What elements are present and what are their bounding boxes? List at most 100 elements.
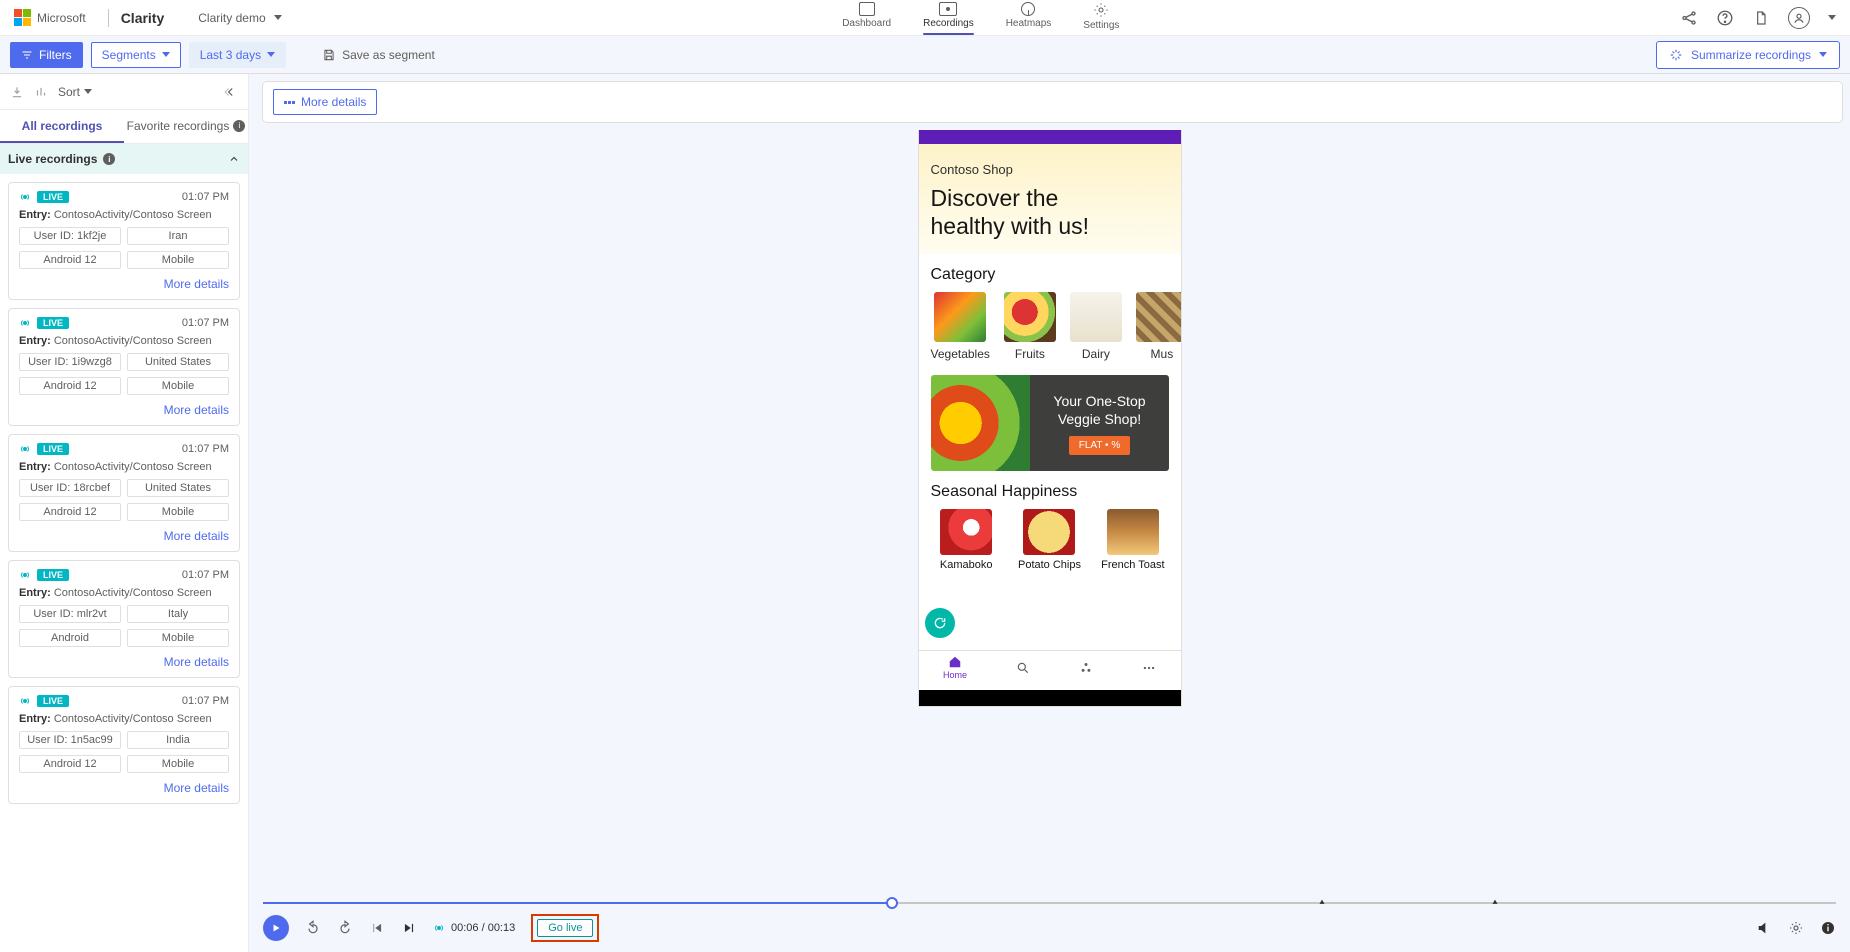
refresh-fab[interactable] xyxy=(925,608,955,638)
document-icon[interactable] xyxy=(1752,9,1770,27)
card-more-details[interactable]: More details xyxy=(164,655,229,669)
live-badge: LIVE xyxy=(37,191,69,203)
chevron-down-icon xyxy=(162,52,170,57)
marker-icon xyxy=(1490,898,1500,908)
seasonal-title: Seasonal Happiness xyxy=(931,483,1169,501)
tab-all-recordings[interactable]: All recordings xyxy=(0,110,124,143)
download-icon[interactable] xyxy=(10,85,24,99)
more-details-button[interactable]: More details xyxy=(273,89,377,115)
card-time: 01:07 PM xyxy=(182,191,229,203)
segments-button[interactable]: Segments xyxy=(91,42,181,68)
recording-card[interactable]: LIVE01:07 PMEntry: ContosoActivity/Conto… xyxy=(8,182,240,300)
account-menu[interactable] xyxy=(1788,7,1810,29)
recordings-list[interactable]: LIVE 01:07 PM Entry: ContosoActivity/Conto… xyxy=(0,174,248,952)
discount-badge: FLAT • % xyxy=(1069,436,1130,455)
promo-banner[interactable]: Your One-Stop Veggie Shop! FLAT • % xyxy=(931,375,1169,471)
chip-os: Android 12 xyxy=(19,755,121,773)
pulse-icon xyxy=(19,695,31,707)
chevron-down-icon xyxy=(274,15,282,20)
forward-10-button[interactable] xyxy=(337,920,353,936)
sort-bars-icon[interactable] xyxy=(34,85,48,99)
nav-dashboard[interactable]: Dashboard xyxy=(840,0,893,35)
info-button[interactable] xyxy=(1820,920,1836,936)
next-button[interactable] xyxy=(401,920,417,936)
chip-device: Mobile xyxy=(127,377,229,395)
bn-more[interactable] xyxy=(1142,661,1156,675)
main-area: More details Contoso Shop Discover the h… xyxy=(249,74,1850,952)
daterange-button[interactable]: Last 3 days xyxy=(189,42,286,68)
chip-userid: User ID: 1i9wzg8 xyxy=(19,353,121,371)
card-more-details[interactable]: More details xyxy=(164,529,229,543)
category-thumb xyxy=(934,292,986,342)
category-item[interactable]: Fruits xyxy=(1004,292,1056,361)
category-thumb xyxy=(1004,292,1056,342)
seasonal-item[interactable]: Potato Chips xyxy=(1014,509,1085,571)
live-badge: LIVE xyxy=(37,443,69,455)
product-name: Clarity xyxy=(121,10,165,26)
seasonal-row: Kamaboko Potato Chips French Toast xyxy=(931,509,1169,571)
collapse-icon[interactable] xyxy=(224,85,238,99)
prev-button[interactable] xyxy=(369,920,385,936)
account-chevron-icon[interactable] xyxy=(1828,15,1836,20)
save-segment[interactable]: Save as segment xyxy=(322,48,435,62)
live-recordings-header[interactable]: Live recordings i xyxy=(0,144,248,174)
recording-card[interactable]: LIVE01:07 PMEntry: ContosoActivity/Conto… xyxy=(8,308,240,426)
chip-os: Android 12 xyxy=(19,251,121,269)
category-item[interactable]: Vegetables xyxy=(931,292,990,361)
bn-search[interactable] xyxy=(1016,661,1030,675)
volume-button[interactable] xyxy=(1756,920,1772,936)
live-indicator: 00:06 / 00:13 xyxy=(433,922,515,934)
chip-os: Android xyxy=(19,629,121,647)
headline: Discover the healthy with us! xyxy=(931,185,1169,240)
chip-device: Mobile xyxy=(127,251,229,269)
card-more-details[interactable]: More details xyxy=(164,277,229,291)
banner-image xyxy=(931,375,1031,471)
nav-settings[interactable]: Settings xyxy=(1081,0,1121,35)
filters-button[interactable]: Filters xyxy=(10,42,83,68)
recordings-icon xyxy=(939,2,957,16)
filter-icon xyxy=(21,49,33,61)
card-more-details[interactable]: More details xyxy=(164,781,229,795)
category-title: Category xyxy=(931,266,1169,284)
save-icon xyxy=(322,48,336,62)
timeline[interactable] xyxy=(263,896,1836,910)
playback-time: 00:06 / 00:13 xyxy=(451,922,515,934)
rewind-10-button[interactable] xyxy=(305,920,321,936)
phone-statusbar xyxy=(919,130,1181,144)
recording-card[interactable]: LIVE01:07 PMEntry: ContosoActivity/Conto… xyxy=(8,560,240,678)
help-icon[interactable] xyxy=(1716,9,1734,27)
playback-controls: 00:06 / 00:13 Go live xyxy=(263,914,1836,942)
chip-userid: User ID: 1n5ac99 xyxy=(19,731,121,749)
phone-content: Contoso Shop Discover the healthy with u… xyxy=(919,144,1181,706)
sidebar-tabs: All recordings Favorite recordings i xyxy=(0,110,248,144)
card-more-details[interactable]: More details xyxy=(164,403,229,417)
go-live-button[interactable]: Go live xyxy=(537,919,593,937)
chip-device: Mobile xyxy=(127,755,229,773)
category-item[interactable]: Mus xyxy=(1136,292,1181,361)
tab-favorite-recordings[interactable]: Favorite recordings i xyxy=(124,110,248,143)
project-selector[interactable]: Clarity demo xyxy=(198,11,281,25)
playback-settings-button[interactable] xyxy=(1788,920,1804,936)
recording-card[interactable]: LIVE01:07 PMEntry: ContosoActivity/Conto… xyxy=(8,434,240,552)
timeline-knob[interactable] xyxy=(886,897,898,909)
play-button[interactable] xyxy=(263,915,289,941)
chevron-down-icon xyxy=(84,89,92,94)
bn-categories[interactable] xyxy=(1079,661,1093,675)
phone-bottom-nav: Home xyxy=(919,650,1181,684)
more-icon xyxy=(1142,661,1156,675)
seasonal-item[interactable]: French Toast xyxy=(1097,509,1168,571)
entry-row: Entry: ContosoActivity/Contoso Screen xyxy=(19,713,229,725)
chip-userid: User ID: mlr2vt xyxy=(19,605,121,623)
divider xyxy=(108,9,109,27)
sort-button[interactable]: Sort xyxy=(58,85,92,99)
nav-recordings[interactable]: Recordings xyxy=(921,0,976,35)
pulse-icon xyxy=(19,317,31,329)
nav-heatmaps[interactable]: Heatmaps xyxy=(1004,0,1054,35)
bn-home[interactable]: Home xyxy=(943,655,967,680)
share-icon[interactable] xyxy=(1680,9,1698,27)
summarize-recordings-button[interactable]: Summarize recordings xyxy=(1656,41,1840,69)
appbar-right xyxy=(1680,7,1836,29)
category-item[interactable]: Dairy xyxy=(1070,292,1122,361)
seasonal-item[interactable]: Kamaboko xyxy=(931,509,1002,571)
recording-card[interactable]: LIVE01:07 PMEntry: ContosoActivity/Conto… xyxy=(8,686,240,804)
